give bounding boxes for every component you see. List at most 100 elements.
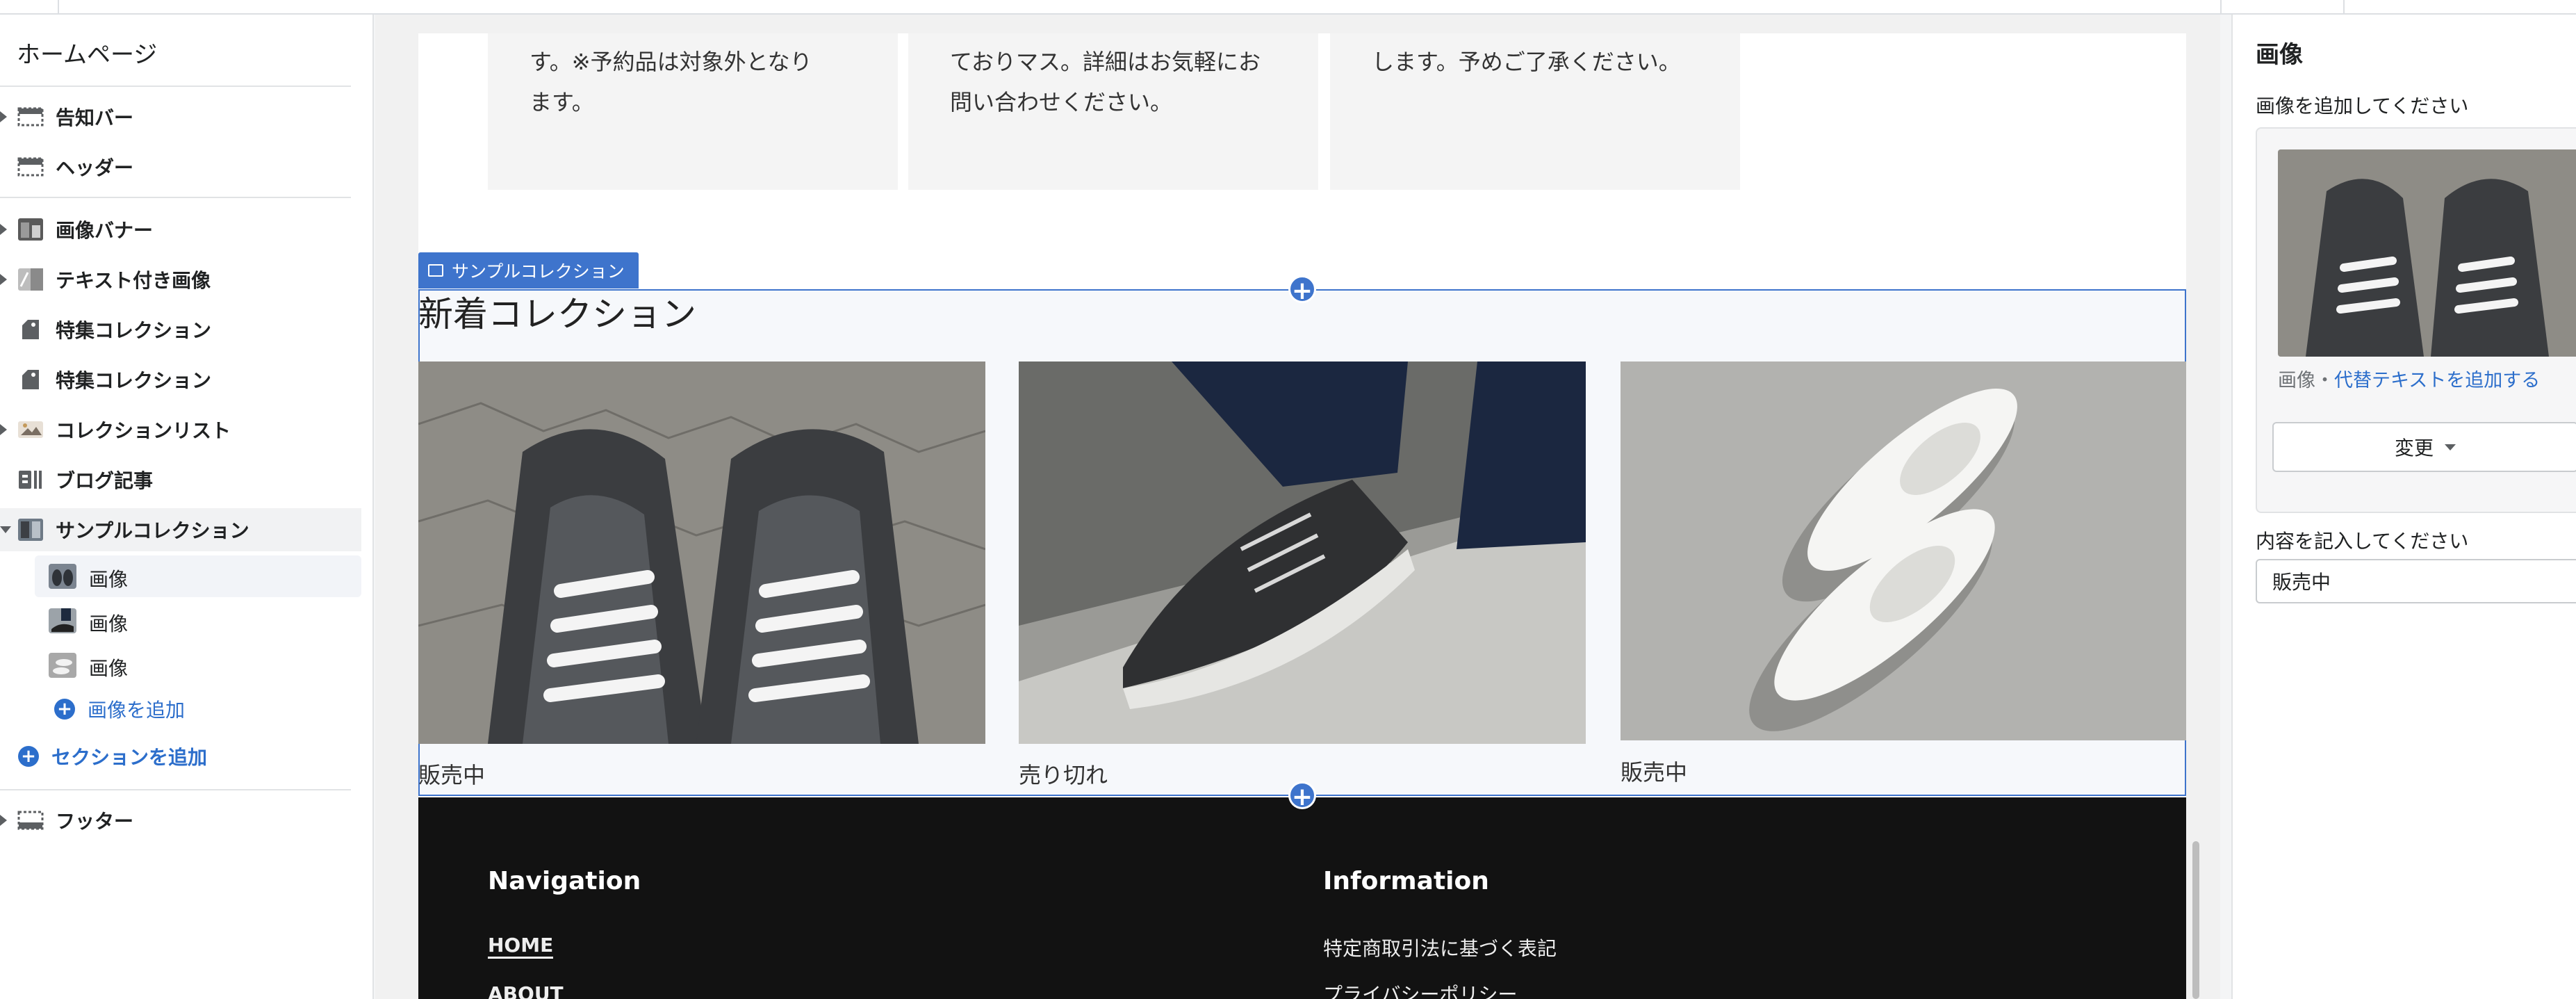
sidebar-title: ホームページ [17, 41, 158, 69]
selected-image [2278, 149, 2576, 357]
sidebar-item-label: 特集コレクション [56, 319, 212, 342]
top-bar-divider [58, 0, 59, 15]
sidebar-item-image-banner[interactable]: 画像バナー [0, 208, 361, 251]
divider [0, 197, 351, 198]
image-thumbnail-icon [49, 608, 76, 633]
announcement-bar-icon [17, 107, 44, 127]
sidebar-item-image-with-text[interactable]: テキスト付き画像 [0, 258, 361, 301]
caret-down-icon [2445, 444, 2456, 450]
caret-right-icon[interactable] [0, 111, 7, 122]
collage-icon [18, 519, 43, 541]
block-item-label: 画像 [89, 612, 129, 635]
sneaker-side-view-image [1019, 362, 1586, 744]
sidebar-item-label: 告知バー [56, 106, 134, 129]
info-card-text: す。※予約品は対象外となり ます。 [530, 49, 812, 115]
add-circle-icon: + [18, 746, 39, 767]
block-item-image[interactable]: 画像 [35, 600, 361, 642]
sidebar-item-featured-collection[interactable]: 特集コレクション [0, 358, 361, 401]
image-with-text-icon [18, 268, 43, 291]
sidebar-item-label: 画像バナー [56, 219, 154, 242]
change-button-label: 変更 [2394, 437, 2434, 460]
add-image-label: 画像を追加 [88, 699, 186, 722]
alt-text-prefix: 画像・ [2278, 370, 2334, 391]
sidebar-item-sample-collection[interactable]: サンプルコレクション [0, 508, 361, 551]
sidebar-item-label: サンプルコレクション [56, 519, 249, 542]
sidebar-item-label: テキスト付き画像 [56, 269, 211, 292]
sidebar-item-footer[interactable]: フッター [0, 799, 361, 842]
section-label-text: サンプルコレクション [452, 261, 625, 282]
panel-title: 画像 [2256, 41, 2303, 69]
change-image-button[interactable]: 変更 [2272, 422, 2576, 472]
section-grid-icon [428, 264, 443, 277]
top-bar-divider [2220, 0, 2222, 15]
preview-scrollbar-thumb[interactable] [2192, 841, 2199, 999]
add-section-below-button[interactable]: + [1288, 781, 1316, 811]
caret-right-icon[interactable] [0, 424, 7, 435]
sidebar-item-header[interactable]: ヘッダー [0, 145, 361, 188]
collection-image[interactable] [1019, 362, 1586, 744]
add-section-label: セクションを追加 [51, 746, 208, 769]
section-label-tag[interactable]: サンプルコレクション [418, 252, 639, 289]
alt-text-row: 画像・代替テキストを追加する [2278, 365, 2540, 392]
top-bar-divider [2343, 0, 2345, 15]
sidebar-item-announcement-bar[interactable]: 告知バー [0, 95, 361, 138]
add-section-link[interactable]: + セクションを追加 [18, 739, 207, 774]
image-picker: 画像・代替テキストを追加する 変更 [2256, 127, 2576, 513]
caret-right-icon[interactable] [0, 224, 7, 235]
sneakers-top-view-image [418, 362, 985, 744]
sidebar-item-collection-list[interactable]: コレクションリスト [0, 408, 361, 451]
add-circle-icon: + [54, 699, 75, 720]
white-sneakers-image [1621, 362, 2186, 740]
store-footer: Navigation HOME ABOUT Information 特定商取引法… [418, 797, 2186, 999]
footer-link[interactable]: HOME [488, 934, 554, 959]
block-item-image[interactable]: 画像 [35, 555, 361, 597]
product-status-caption: 売り切れ [1019, 762, 1108, 788]
collection-image[interactable] [418, 362, 985, 744]
featured-collection-icon [22, 370, 39, 389]
image-field-label: 画像を追加してください [2256, 95, 2469, 117]
info-card-text: ておりマス。詳細はお気軽にお 問い合わせください。 [950, 49, 1261, 115]
footer-link[interactable]: ABOUT [488, 982, 564, 999]
footer-link[interactable]: 特定商取引法に基づく表記 [1323, 934, 1557, 961]
header-icon [17, 157, 44, 177]
info-card: ておりマス。詳細はお気軽にお 問い合わせください。 [908, 33, 1318, 190]
block-item-label: 画像 [89, 657, 129, 680]
blog-posts-icon [19, 471, 42, 489]
block-item-label: 画像 [89, 568, 129, 591]
block-item-image[interactable]: 画像 [35, 644, 361, 686]
add-alt-text-link[interactable]: 代替テキストを追加する [2334, 370, 2540, 391]
image-banner-icon [18, 218, 43, 241]
sidebar-item-label: 特集コレクション [56, 369, 212, 392]
sidebar-item-featured-collection[interactable]: 特集コレクション [0, 308, 361, 351]
caret-down-icon[interactable] [0, 526, 11, 533]
info-card: します。予めご了承ください。 [1330, 33, 1740, 190]
caret-right-icon[interactable] [0, 274, 7, 285]
caret-right-icon[interactable] [0, 815, 7, 826]
info-card: す。※予約品は対象外となり ます。 [488, 33, 898, 190]
divider [0, 789, 351, 790]
add-section-above-button[interactable]: + [1288, 275, 1316, 305]
content-text-input[interactable]: 販売中 [2256, 559, 2576, 603]
footer-heading: Information [1323, 867, 1489, 895]
image-thumbnail-icon [49, 564, 76, 589]
add-image-link[interactable]: + 画像を追加 [54, 692, 185, 726]
featured-collection-icon [22, 320, 39, 339]
sidebar-item-label: フッター [56, 810, 134, 833]
section-title: 新着コレクション [418, 294, 696, 334]
product-status-caption: 販売中 [418, 762, 486, 788]
image-thumbnail-icon [49, 653, 76, 678]
settings-panel: 画像 画像を追加してください 画像・代替テキストを追加する 変更 内容を記入して… [2231, 15, 2576, 999]
sidebar-item-label: コレクションリスト [56, 419, 231, 442]
selected-image-preview[interactable] [2278, 149, 2576, 357]
collection-list-icon [18, 421, 43, 438]
sidebar-item-blog-posts[interactable]: ブログ記事 [0, 458, 361, 501]
footer-icon [17, 811, 44, 830]
collection-image[interactable] [1621, 362, 2186, 740]
content-field-label: 内容を記入してください [2256, 530, 2469, 553]
footer-heading: Navigation [488, 867, 641, 895]
content-input-value: 販売中 [2272, 571, 2331, 594]
divider [0, 86, 351, 87]
product-status-caption: 販売中 [1621, 759, 1688, 786]
sidebar-item-label: ブログ記事 [56, 469, 154, 492]
footer-link[interactable]: プライバシーポリシー [1323, 980, 1517, 999]
